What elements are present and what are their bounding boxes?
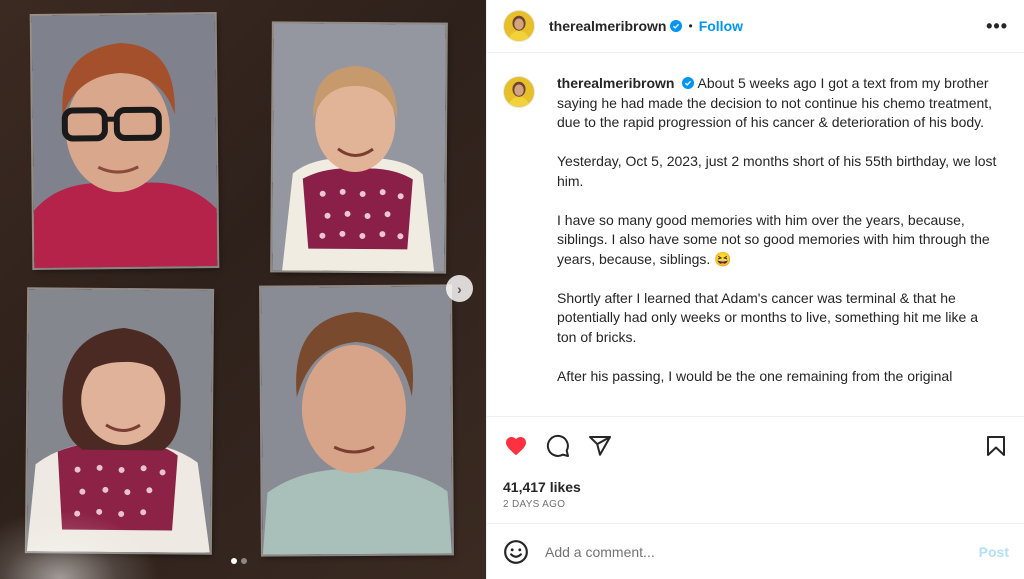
post-actions: 41,417 likes 2 DAYS AGO — [487, 416, 1024, 523]
caption-paragraph: therealmeribrown About 5 weeks ago I got… — [557, 74, 997, 133]
caption-paragraph: Yesterday, Oct 5, 2023, just 2 months sh… — [557, 153, 997, 189]
post-caption: therealmeribrown About 5 weeks ago I got… — [557, 74, 997, 416]
like-button[interactable] — [503, 433, 529, 459]
photo-boy-glasses — [31, 14, 218, 268]
caption-scroll-area[interactable]: therealmeribrown About 5 weeks ago I got… — [487, 54, 1024, 416]
post-timestamp[interactable]: 2 DAYS AGO — [503, 499, 565, 510]
caption-username[interactable]: therealmeribrown — [557, 75, 674, 91]
share-icon — [589, 436, 611, 456]
carousel-dot — [241, 558, 247, 564]
verified-badge-icon — [670, 20, 683, 32]
header-separator: • — [688, 19, 693, 33]
likes-count[interactable]: 41,417 likes — [503, 479, 581, 495]
post-comment-button[interactable]: Post — [979, 544, 1009, 560]
share-button[interactable] — [587, 433, 613, 459]
comment-icon — [546, 434, 569, 457]
follow-button[interactable]: Follow — [699, 18, 743, 34]
carousel-indicator — [231, 558, 247, 564]
smiley-icon[interactable] — [503, 539, 529, 565]
more-options-icon[interactable]: ••• — [986, 17, 1008, 35]
caption-author-avatar[interactable] — [503, 76, 535, 108]
photo-boy-brown-hair — [261, 286, 452, 555]
comment-button[interactable] — [545, 433, 571, 459]
author-username[interactable]: therealmeribrown — [549, 18, 666, 34]
verified-badge-icon — [682, 77, 695, 89]
save-button[interactable] — [983, 433, 1009, 459]
photo-toddler-blonde — [272, 23, 446, 272]
caption-paragraph: Shortly after I learned that Adam's canc… — [557, 289, 978, 345]
carousel-next-button[interactable]: › — [446, 275, 473, 302]
post-details-panel: therealmeribrown • Follow ••• therealmer… — [486, 0, 1024, 579]
post-header: therealmeribrown • Follow ••• — [487, 0, 1024, 53]
caption-paragraph: After his passing, I would be the one re… — [557, 367, 953, 384]
comment-bar: Post — [487, 523, 1024, 579]
heart-filled-icon — [506, 437, 526, 456]
post-media-carousel[interactable]: › — [0, 0, 486, 579]
author-avatar[interactable] — [503, 10, 535, 42]
photo-girl-dark-hair — [26, 289, 213, 553]
caption-paragraph: I have so many good memories with him ov… — [557, 211, 990, 267]
bookmark-icon — [987, 436, 1005, 456]
action-icons-row — [503, 433, 1009, 459]
carousel-dot-active — [231, 558, 237, 564]
comment-input[interactable] — [545, 543, 979, 560]
